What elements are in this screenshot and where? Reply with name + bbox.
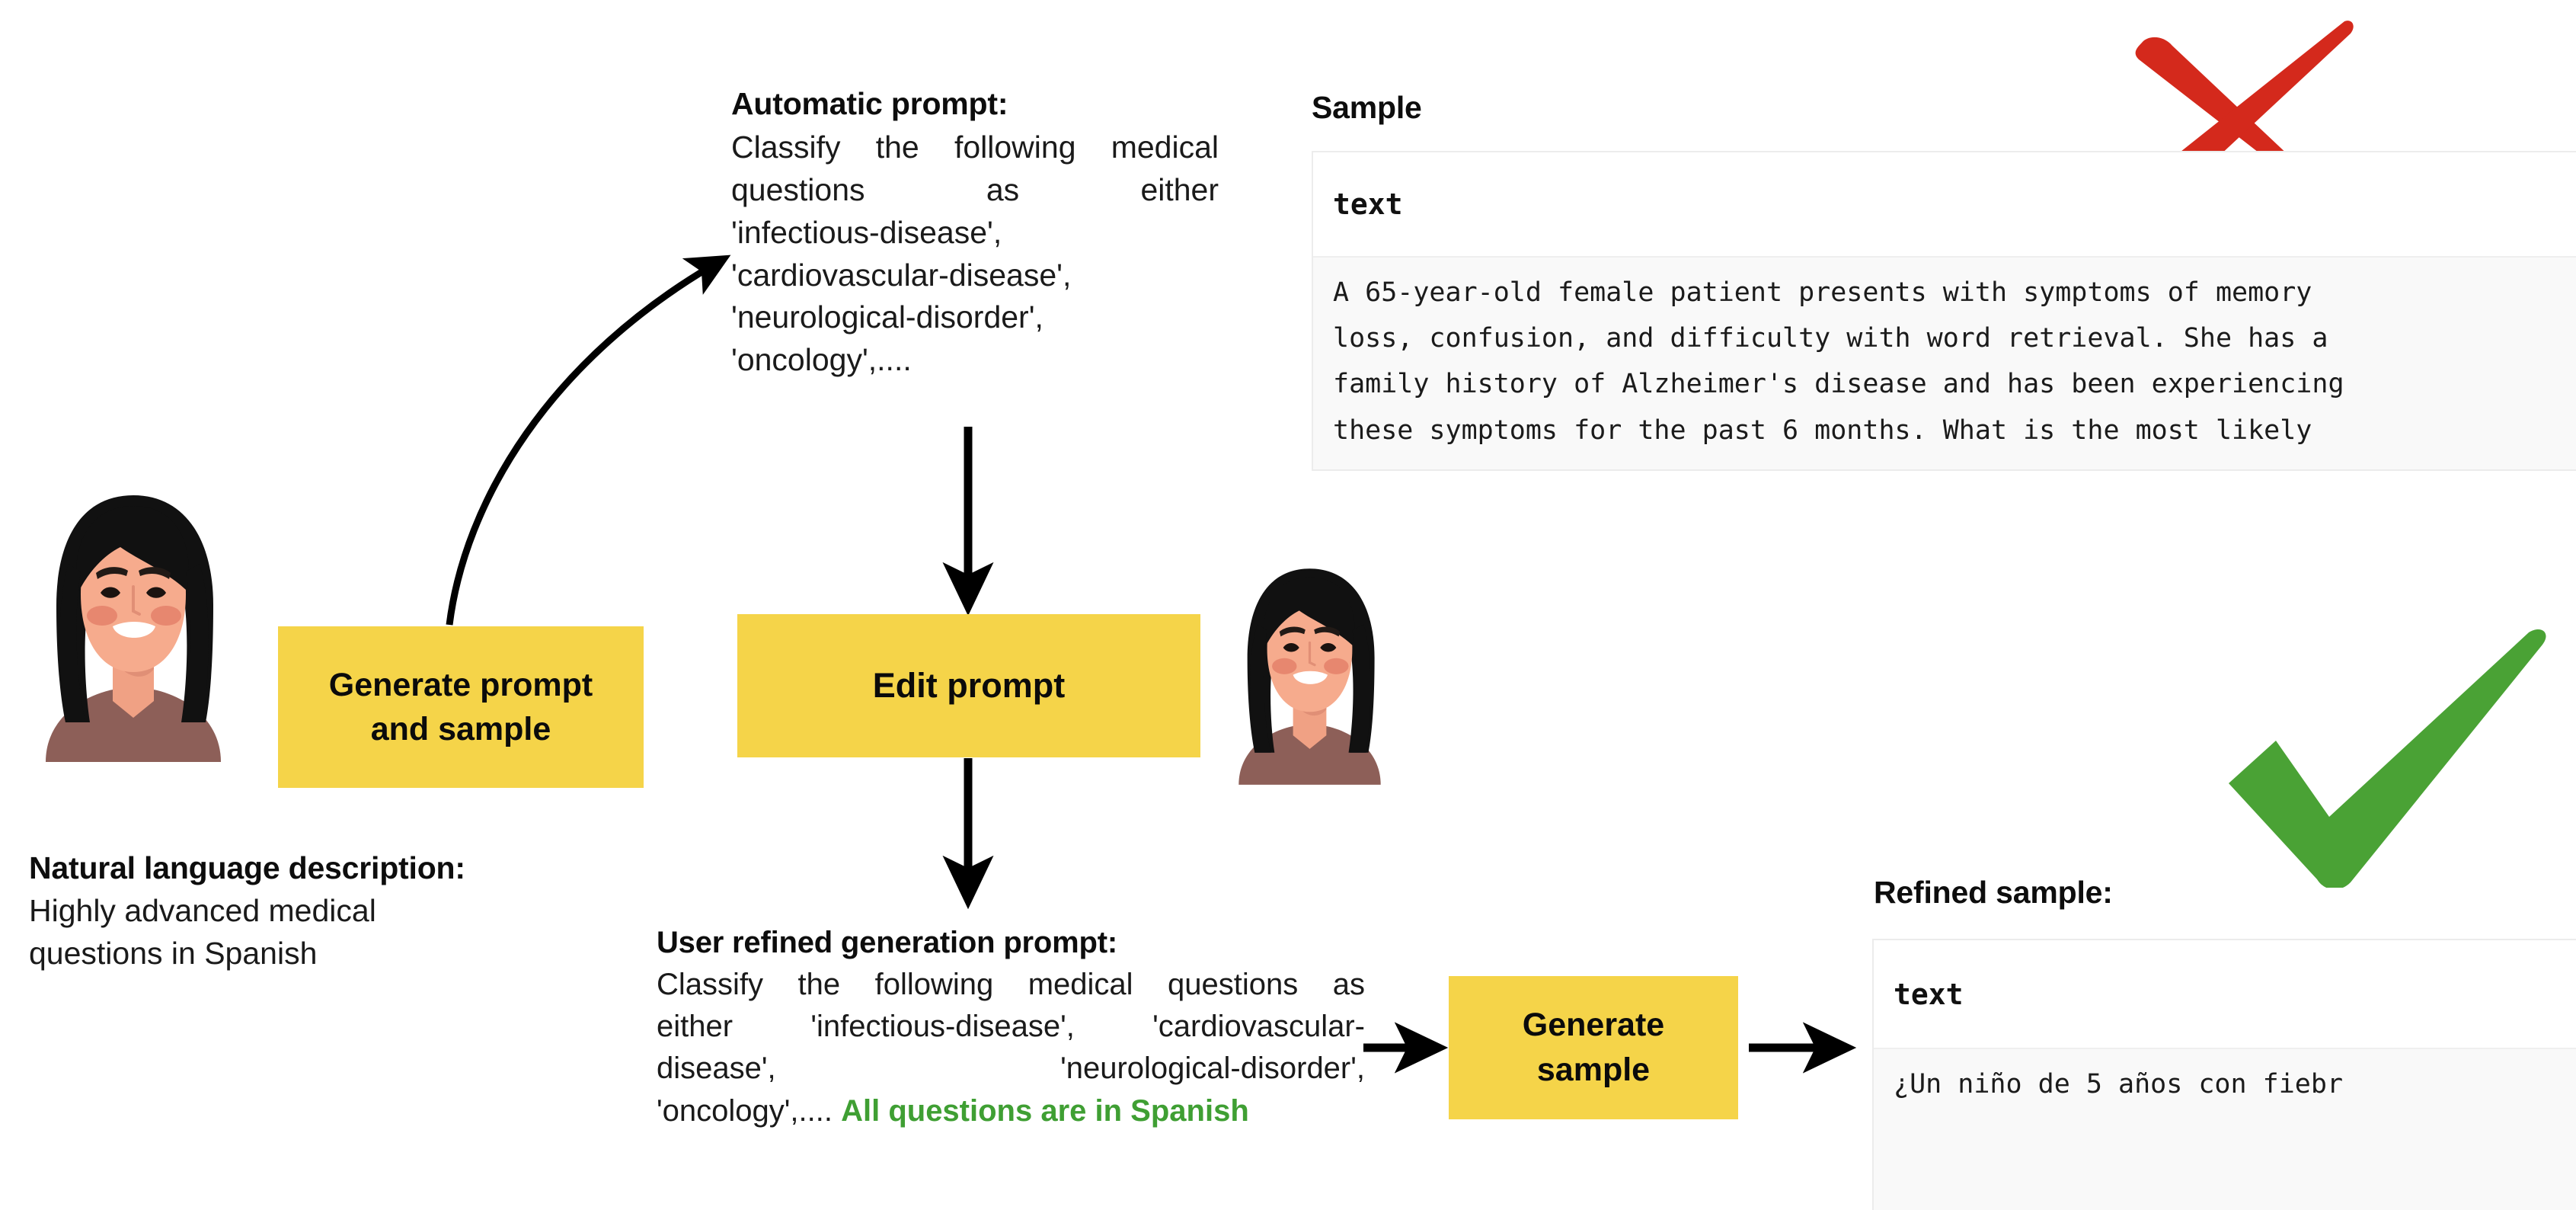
automatic-prompt-line-4: 'cardiovascular-disease',: [731, 257, 1072, 293]
generate-sample-line-1: Generate: [1522, 1006, 1665, 1043]
refined-sample-frame: text ¿Un niño de 5 años con fiebr: [1872, 939, 2576, 1210]
automatic-prompt-line-6: 'oncology',....: [731, 342, 912, 378]
generate-sample-label: Generate sample: [1523, 1003, 1664, 1093]
sample-frame: text A 65-year-old female patient presen…: [1312, 151, 2576, 471]
avatar: [46, 495, 221, 762]
refined-sample-label: Refined sample:: [1874, 875, 2113, 910]
user-refined-prompt-line-4: 'oncology',.... All questions are in Spa…: [657, 1090, 1365, 1132]
automatic-prompt-line-3: 'infectious-disease',: [731, 214, 1002, 250]
automatic-prompt-block: Automatic prompt: Classify the following…: [731, 85, 1219, 382]
generate-prompt-and-sample-button[interactable]: Generate prompt and sample: [278, 626, 644, 788]
user-refined-prompt-block: User refined generation prompt: Classify…: [657, 924, 1365, 1132]
sample-label: Sample: [1312, 90, 1422, 125]
generate-prompt-and-sample-label: Generate prompt and sample: [329, 663, 593, 751]
natural-language-description-block: Natural language description: Highly adv…: [29, 850, 577, 975]
green-check-icon: [2229, 629, 2546, 888]
generate-prompt-line-2: and sample: [370, 711, 551, 747]
sample-body-line-1: A 65-year-old female patient presents wi…: [1333, 277, 2312, 308]
sample-column-header: text: [1313, 152, 2576, 258]
nld-line-2: questions in Spanish: [29, 935, 318, 971]
refined-sample-body-text: ¿Un niño de 5 años con fiebr: [1874, 1049, 2576, 1210]
refined-sample-body-line-1: ¿Un niño de 5 años con fiebr: [1894, 1069, 2344, 1100]
user-refined-prompt-heading: User refined generation prompt:: [657, 926, 1117, 959]
sample-body-text: A 65-year-old female patient presents wi…: [1313, 258, 2576, 469]
natural-language-description-heading: Natural language description:: [29, 850, 465, 885]
user-refined-prompt-emphasis: All questions are in Spanish: [841, 1093, 1249, 1128]
arrow-generate-to-autoprompt: [446, 254, 731, 626]
avatar: [1238, 568, 1381, 785]
sample-body-line-4: these symptoms for the past 6 months. Wh…: [1333, 415, 2312, 446]
edit-prompt-button[interactable]: Edit prompt: [737, 614, 1200, 757]
generate-prompt-line-1: Generate prompt: [328, 666, 593, 703]
refined-sample-column-header: text: [1874, 940, 2576, 1049]
sample-body-line-2: loss, confusion, and difficulty with wor…: [1333, 323, 2328, 354]
automatic-prompt-heading: Automatic prompt:: [731, 86, 1008, 121]
diagram-canvas: Automatic prompt: Classify the following…: [0, 0, 2576, 1210]
generate-sample-button[interactable]: Generate sample: [1449, 976, 1738, 1119]
user-refined-prompt-line-2: either 'infectious-disease', 'cardiovasc…: [657, 1010, 1365, 1044]
automatic-prompt-line-5: 'neurological-disorder',: [731, 299, 1044, 335]
generate-sample-line-2: sample: [1536, 1052, 1651, 1088]
user-refined-prompt-line-4-prefix: 'oncology',....: [657, 1093, 833, 1128]
user-refined-prompt-line-1: Classify the following medical questions…: [657, 968, 1365, 1001]
automatic-prompt-line-1: Classify the following medical: [731, 130, 1219, 165]
nld-line-1: Highly advanced medical: [29, 893, 376, 929]
user-refined-prompt-line-3: disease', 'neurological-disorder',: [657, 1052, 1365, 1086]
edit-prompt-label: Edit prompt: [872, 666, 1066, 705]
automatic-prompt-text: Classify the following medical questions…: [731, 126, 1219, 382]
sample-body-line-3: family history of Alzheimer's disease an…: [1333, 369, 2344, 400]
natural-language-description-text: Highly advanced medical questions in Spa…: [29, 890, 577, 975]
automatic-prompt-line-2: questions as either: [731, 172, 1219, 208]
